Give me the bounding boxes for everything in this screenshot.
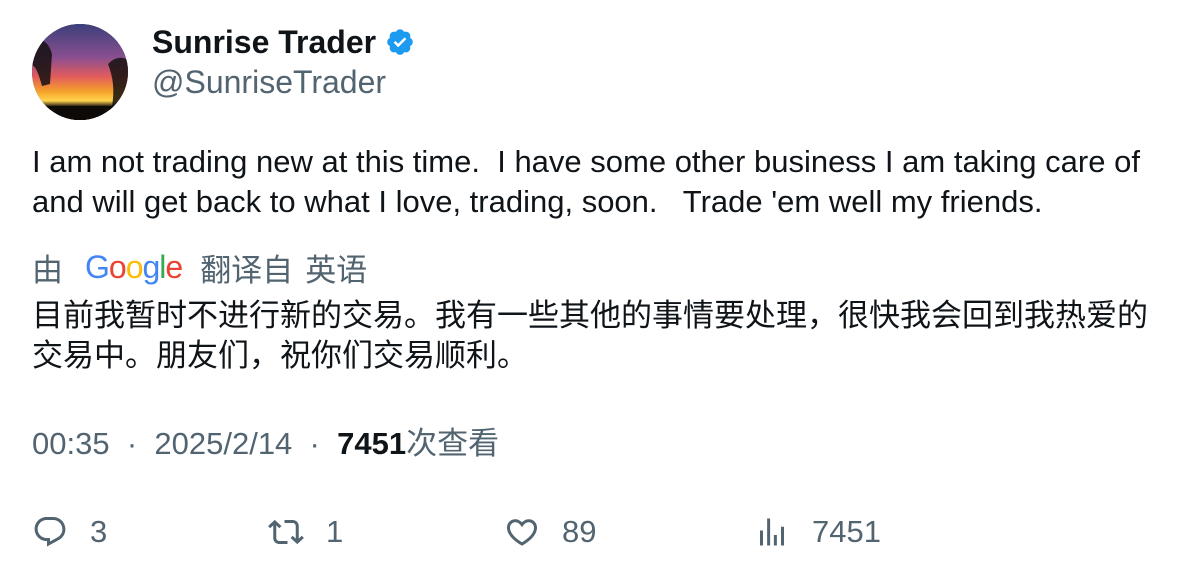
translation-suffix: 翻译自	[200, 252, 294, 288]
views-label: 次查看	[406, 426, 500, 461]
meta-separator: ·	[118, 426, 146, 461]
tweet-meta: 00:35 · 2025/2/14 · 7451次查看	[32, 424, 499, 464]
google-logo: Google	[85, 248, 183, 285]
tweet-date[interactable]: 2025/2/14	[154, 426, 292, 461]
translated-text: 目前我暂时不进行新的交易。我有一些其他的事情要处理，很快我会回到我热爱的交易中。…	[32, 298, 1148, 373]
like-button[interactable]: 89	[504, 510, 596, 554]
translation-prefix: 由	[32, 252, 63, 288]
meta-separator: ·	[300, 426, 329, 461]
views-count: 7451	[337, 426, 407, 461]
avatar[interactable]	[32, 24, 128, 120]
author-handle[interactable]: @SunriseTrader	[152, 62, 386, 102]
display-name[interactable]: Sunrise Trader	[152, 22, 376, 62]
retweet-count: 1	[326, 514, 344, 549]
retweet-button[interactable]: 1	[268, 510, 343, 554]
like-count: 89	[562, 514, 597, 549]
reply-button[interactable]: 3	[32, 510, 107, 554]
views-stat-count: 7451	[812, 514, 881, 549]
reply-icon	[32, 514, 68, 550]
author-name-row[interactable]: Sunrise Trader	[152, 22, 415, 62]
reply-count: 3	[90, 514, 108, 549]
verified-badge-icon[interactable]	[385, 27, 415, 57]
analytics-bars-icon	[754, 514, 790, 550]
heart-icon	[504, 514, 540, 550]
tweet-text: I am not trading new at this time. I hav…	[32, 144, 1149, 219]
retweet-icon	[268, 514, 304, 550]
translation-attribution[interactable]: 由 Google 翻译自 英语	[32, 246, 367, 288]
views-button[interactable]: 7451	[754, 510, 881, 554]
translation-source-language: 英语	[305, 252, 368, 288]
tweet-time[interactable]: 00:35	[32, 426, 110, 461]
